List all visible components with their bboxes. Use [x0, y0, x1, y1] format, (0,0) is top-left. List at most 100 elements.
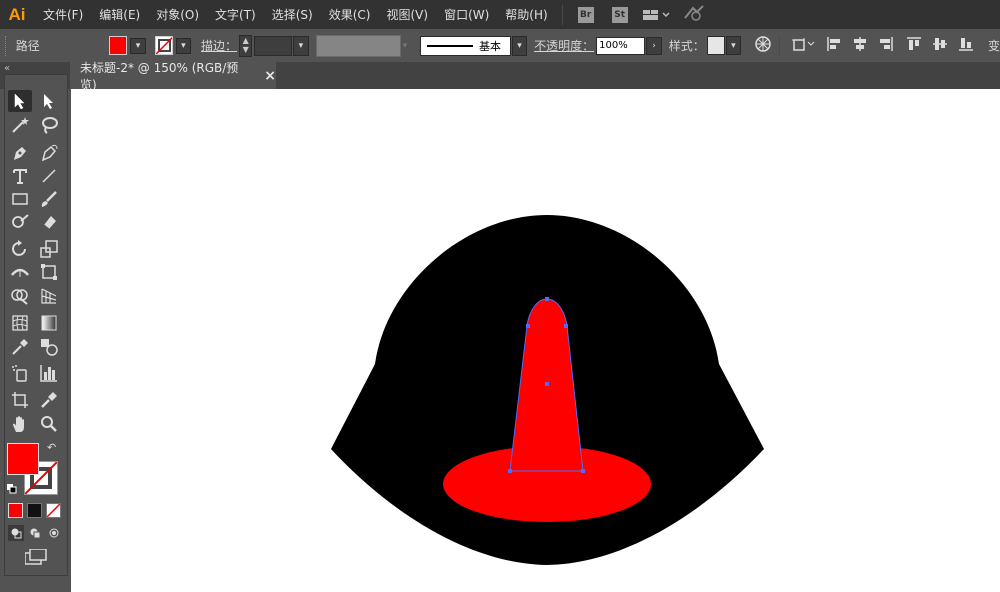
app-logo: Ai: [8, 4, 26, 24]
brush-name: 基本: [479, 39, 502, 53]
rectangle-tool-icon[interactable]: [8, 188, 32, 210]
stroke-label: 描边：: [200, 39, 237, 53]
curvature-tool-icon[interactable]: [37, 142, 61, 164]
artboard-tool-icon[interactable]: [8, 389, 32, 411]
symbol-sprayer-tool-icon[interactable]: [8, 362, 32, 384]
stroke-weight-input[interactable]: [254, 35, 293, 56]
perspective-grid-tool-icon[interactable]: [37, 285, 61, 307]
hand-tool-icon[interactable]: [8, 413, 32, 435]
align-horizontal-center-icon[interactable]: [852, 36, 868, 55]
transform-icon[interactable]: [791, 36, 816, 55]
type-tool-icon[interactable]: [8, 165, 32, 187]
stroke-dropdown[interactable]: ▾: [175, 37, 191, 54]
free-transform-tool-icon[interactable]: [37, 261, 61, 283]
toolbox-fill-swatch[interactable]: [7, 443, 39, 475]
graphic-style-swatch[interactable]: [706, 36, 725, 55]
scale-tool-icon[interactable]: [37, 238, 61, 260]
collapse-toolbox-icon[interactable]: «: [4, 63, 10, 74]
tools-panel: ↶: [4, 74, 68, 576]
selection-tool-icon[interactable]: [8, 90, 32, 112]
align-left-icon[interactable]: [826, 36, 842, 55]
artboard-canvas[interactable]: [71, 89, 1000, 592]
lasso-tool-icon[interactable]: [37, 114, 61, 136]
blend-tool-icon[interactable]: [37, 336, 61, 358]
brush-dropdown[interactable]: ▾: [511, 35, 528, 56]
menu-select[interactable]: 选择(S): [264, 6, 321, 23]
control-bar-grip[interactable]: [5, 35, 10, 56]
paintbrush-tool-icon[interactable]: [37, 188, 61, 210]
control-bar-separator: [779, 35, 780, 56]
menu-window[interactable]: 窗口(W): [436, 6, 497, 23]
selection-type-label: 路径: [15, 39, 40, 53]
line-segment-tool-icon[interactable]: [37, 165, 61, 187]
menu-help[interactable]: 帮助(H): [497, 6, 555, 23]
fill-dropdown[interactable]: ▾: [130, 37, 146, 54]
graphic-style-dropdown[interactable]: ▾: [725, 36, 742, 55]
stroke-weight-stepper[interactable]: ▲ ▼: [239, 34, 253, 57]
stroke-swatch[interactable]: [154, 36, 173, 55]
menu-object[interactable]: 对象(O): [148, 6, 207, 23]
document-tab-bar: 未标题-2* @ 150% (RGB/预览) ×: [70, 61, 1000, 92]
document-tab-title: 未标题-2* @ 150% (RGB/预览): [80, 60, 239, 92]
opacity-arrow[interactable]: ›: [646, 36, 662, 55]
opacity-input[interactable]: 100%: [596, 36, 646, 55]
recolor-artwork-icon[interactable]: [755, 36, 771, 55]
menu-view[interactable]: 视图(V): [378, 6, 436, 23]
anchor-point-top[interactable]: [545, 297, 549, 301]
anchor-point-bottom-left[interactable]: [508, 469, 512, 473]
shape-builder-tool-icon[interactable]: [8, 285, 32, 307]
column-graph-tool-icon[interactable]: [37, 362, 61, 384]
eraser-tool-icon[interactable]: [37, 211, 61, 233]
screen-mode-icon[interactable]: [24, 548, 47, 568]
zoom-tool-icon[interactable]: [37, 413, 61, 435]
align-top-icon[interactable]: [906, 36, 922, 55]
width-tool-icon[interactable]: [8, 261, 32, 283]
mesh-tool-icon[interactable]: [8, 312, 32, 334]
transform-overflow-label[interactable]: 变: [988, 37, 1000, 54]
variable-width-dropdown: ▾: [402, 40, 408, 51]
menu-edit[interactable]: 编辑(E): [91, 6, 148, 23]
anchor-point-right[interactable]: [564, 324, 568, 328]
default-fill-stroke-icon[interactable]: [7, 483, 17, 497]
menu-type[interactable]: 文字(T): [207, 6, 264, 23]
menu-separator: [561, 4, 563, 25]
brush-stroke-preview: [427, 44, 474, 47]
shaper-tool-icon[interactable]: [8, 211, 32, 233]
menu-file[interactable]: 文件(F): [32, 6, 91, 23]
menu-effect[interactable]: 效果(C): [321, 6, 379, 23]
color-mode-button[interactable]: [8, 503, 23, 518]
direct-selection-tool-icon[interactable]: [37, 90, 61, 112]
draw-behind-icon[interactable]: [27, 525, 43, 541]
gradient-mode-button[interactable]: [27, 503, 42, 518]
style-label: 样式：: [668, 39, 705, 53]
slice-tool-icon[interactable]: [37, 389, 61, 411]
pen-tool-icon[interactable]: [8, 142, 32, 164]
none-mode-button[interactable]: [46, 503, 61, 518]
fill-swatch[interactable]: [109, 36, 128, 55]
gradient-tool-icon[interactable]: [37, 312, 61, 334]
artwork: [331, 215, 764, 565]
opacity-label[interactable]: 不透明度：: [534, 37, 594, 54]
variable-width-profile[interactable]: [315, 34, 401, 57]
brush-definition[interactable]: 基本: [420, 35, 511, 56]
stock-button[interactable]: St: [611, 6, 628, 23]
stroke-weight-dropdown[interactable]: ▾: [293, 35, 309, 56]
anchor-point-left[interactable]: [526, 324, 530, 328]
workspace-layout-icon[interactable]: [642, 8, 671, 22]
close-tab-icon[interactable]: ×: [264, 68, 276, 84]
magic-wand-tool-icon[interactable]: [8, 114, 32, 136]
gpu-performance-icon[interactable]: [683, 4, 705, 25]
draw-inside-icon[interactable]: [46, 525, 62, 541]
bridge-button[interactable]: Br: [577, 6, 594, 23]
swap-fill-stroke-icon[interactable]: ↶: [47, 441, 56, 454]
align-right-icon[interactable]: [878, 36, 894, 55]
anchor-point-bottom-right[interactable]: [581, 469, 585, 473]
draw-normal-icon[interactable]: [8, 525, 24, 541]
path-center-point: [545, 382, 549, 386]
document-tab[interactable]: 未标题-2* @ 150% (RGB/预览) ×: [70, 61, 276, 92]
menu-bar: Ai 文件(F) 编辑(E) 对象(O) 文字(T) 选择(S) 效果(C) 视…: [0, 0, 1000, 29]
align-vertical-center-icon[interactable]: [932, 36, 948, 55]
rotate-tool-icon[interactable]: [8, 238, 32, 260]
eyedropper-tool-icon[interactable]: [8, 336, 32, 358]
align-bottom-icon[interactable]: [958, 36, 974, 55]
